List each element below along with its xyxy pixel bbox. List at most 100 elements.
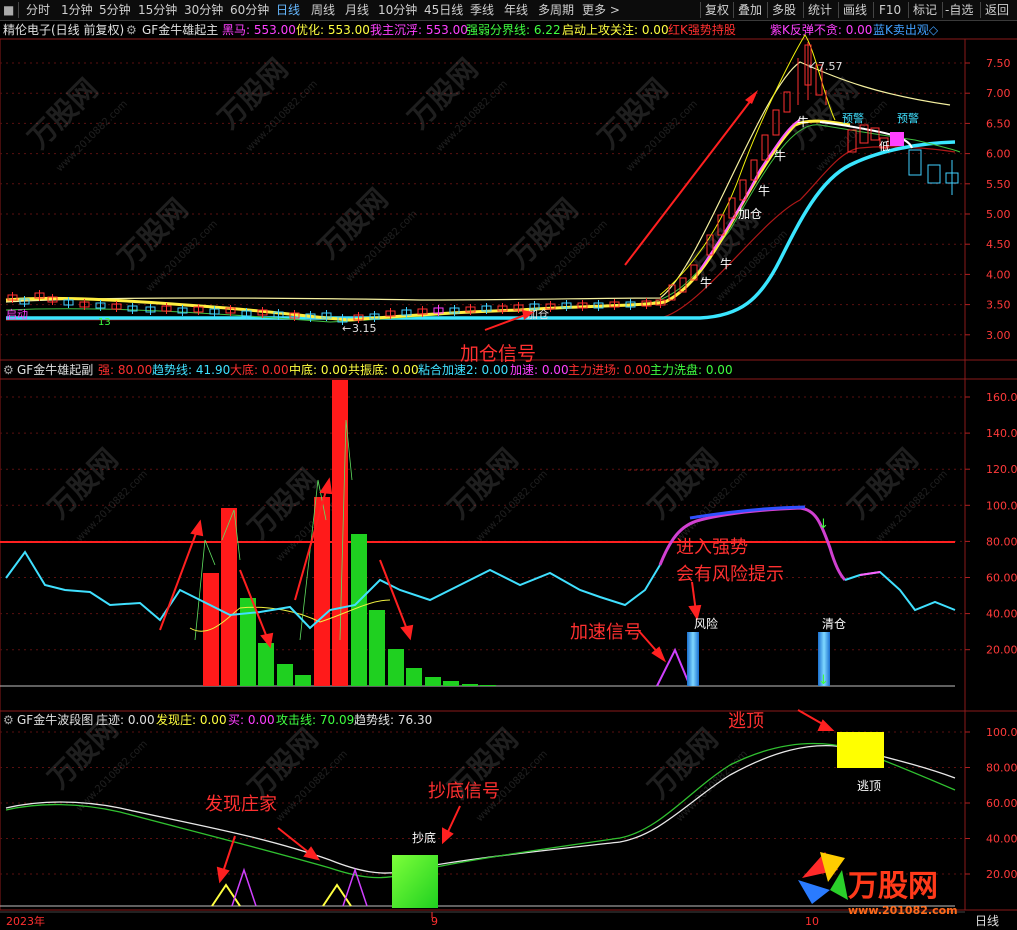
watermark-url: www.2010882.com — [474, 469, 550, 545]
panel-toggle-icon[interactable]: ■ — [3, 0, 14, 20]
tab-1min[interactable]: 1分钟 — [61, 0, 93, 20]
app-window: { "toolbar": { "left": ["分时","1分钟","5分钟"… — [0, 0, 1017, 930]
btn-draw-line[interactable]: 画线 — [843, 0, 867, 20]
buy-signal — [342, 867, 368, 907]
chaodi-box — [392, 855, 438, 908]
btn-multi-stock[interactable]: 多股 — [772, 0, 796, 20]
tab-quarterly[interactable]: 季线 — [470, 0, 494, 20]
annotation-arrows — [216, 709, 835, 884]
tab-more[interactable]: 更多 > — [582, 0, 620, 20]
resistance-line — [5, 61, 951, 303]
btn-watchlist[interactable]: -自选 — [945, 0, 973, 20]
tab-daily[interactable]: 日线 — [276, 0, 300, 20]
tab-yearly[interactable]: 年线 — [504, 0, 528, 20]
watermark-url: www.2010882.com — [74, 739, 150, 815]
tab-45day[interactable]: 45日线 — [424, 0, 463, 20]
volume-bar — [351, 534, 367, 686]
y-tick-label: 40.00 — [986, 833, 1017, 846]
tab-10min[interactable]: 10分钟 — [378, 0, 417, 20]
btn-statistics[interactable]: 统计 — [808, 0, 832, 20]
main-indicator-name[interactable]: GF金牛雄起主 — [142, 21, 218, 39]
channel-upper-line — [659, 34, 836, 296]
candlestick — [353, 314, 364, 321]
candlestick — [417, 308, 428, 315]
candlestick — [772, 109, 780, 136]
candlestick — [449, 307, 460, 314]
candlestick — [879, 137, 889, 149]
grid-lines — [0, 62, 965, 875]
watermark-url: www.2010882.com — [474, 749, 550, 825]
bar-trend-line — [221, 509, 241, 561]
sub-indicator-name[interactable]: GF金牛雄起副 — [17, 361, 93, 379]
price-panel: 7.57 ↙ 3.15 ← 启动 13 加仓 加仓 牛 牛 牛 牛 牛 预警 预… — [5, 34, 961, 365]
candlestick — [717, 214, 725, 236]
candlestick — [804, 44, 812, 86]
indicator-settings-icon[interactable]: ⚙ — [3, 711, 14, 729]
tab-60min[interactable]: 60分钟 — [230, 0, 269, 20]
btn-overlay[interactable]: 叠加 — [738, 0, 762, 20]
candlestick — [625, 301, 636, 308]
indicator-value: 我主沉浮: 553.00 — [370, 23, 468, 37]
risk-tip-annotation: 会有风险提示 — [676, 564, 784, 585]
btn-f10[interactable]: F10 — [879, 0, 901, 20]
watermark-text: 万股网 — [22, 72, 105, 155]
indicator-value: 大底: 0.00 — [230, 363, 289, 377]
candlestick — [241, 310, 252, 317]
toolbar-divider — [767, 2, 768, 18]
indicator-settings-icon[interactable]: ⚙ — [3, 361, 14, 379]
bar-trend-line — [194, 539, 216, 641]
btn-mark[interactable]: 标记 — [913, 0, 937, 20]
main-panel-header: 精伦电子(日线 前复权) ⚙ GF金牛雄起主 黑马: 553.00 优化: 55… — [0, 21, 965, 39]
tab-15min[interactable]: 15分钟 — [138, 0, 177, 20]
logo-brand-text: 万股网 — [848, 869, 938, 904]
tab-weekly[interactable]: 周线 — [311, 0, 335, 20]
indicator-value: 共振底: 0.00 — [348, 363, 419, 377]
candlestick — [641, 300, 652, 307]
indicator-settings-icon[interactable]: ⚙ — [126, 21, 137, 39]
toolbar-divider — [733, 2, 734, 18]
attack-curve-green — [5, 742, 956, 879]
volume-bar — [462, 684, 478, 686]
indicator-value: 优化: 553.00 — [296, 23, 370, 37]
indicator-value: 粘合加速2: 0.00 — [418, 363, 509, 377]
tab-multi-period[interactable]: 多周期 — [538, 0, 574, 20]
candlestick — [815, 64, 823, 96]
y-tick-label: 6.00 — [986, 148, 1011, 161]
toolbar-divider — [942, 2, 943, 18]
watermark-text: 万股网 — [402, 52, 485, 135]
band-indicator-name[interactable]: GF金牛波段图 — [17, 711, 93, 729]
indicator-value: 发现庄: 0.00 — [156, 713, 227, 727]
watermark-url: www.2010882.com — [624, 99, 700, 175]
candlestick — [19, 298, 30, 305]
indicator-value: 趋势线: 76.30 — [354, 713, 433, 727]
panel-frames — [0, 38, 1017, 911]
down-arrow-icon: ↓ — [818, 673, 829, 688]
trend-curve — [844, 570, 956, 612]
candlestick — [273, 311, 284, 318]
y-tick-label: 160.0 — [986, 391, 1017, 404]
tab-monthly[interactable]: 月线 — [345, 0, 369, 20]
btn-back[interactable]: 返回 — [985, 0, 1009, 20]
candlestick — [305, 313, 316, 320]
toolbar-divider — [838, 2, 839, 18]
annotation-arrow — [624, 94, 756, 266]
volume-bar — [277, 664, 293, 686]
niu-label: 牛 — [774, 148, 786, 163]
watermark-url: www.2010882.com — [534, 219, 610, 295]
candlestick — [127, 305, 138, 312]
tab-30min[interactable]: 30分钟 — [184, 0, 223, 20]
candlestick — [481, 305, 492, 312]
btn-restore-rights[interactable]: 复权 — [705, 0, 729, 20]
y-tick-label: 5.50 — [986, 178, 1011, 191]
trend-line — [6, 140, 956, 320]
volume-bar — [295, 675, 311, 686]
watermark-url: www.2010882.com — [74, 469, 150, 545]
y-tick-label: 4.00 — [986, 268, 1011, 281]
candlestick — [63, 299, 74, 306]
candlestick — [289, 312, 300, 319]
watermark-url: www.2010882.com — [274, 489, 350, 565]
tab-fenshi[interactable]: 分时 — [26, 0, 50, 20]
tab-5min[interactable]: 5分钟 — [99, 0, 131, 20]
jiacang-small-label: 加仓 — [527, 307, 549, 321]
candlestick — [859, 124, 869, 144]
